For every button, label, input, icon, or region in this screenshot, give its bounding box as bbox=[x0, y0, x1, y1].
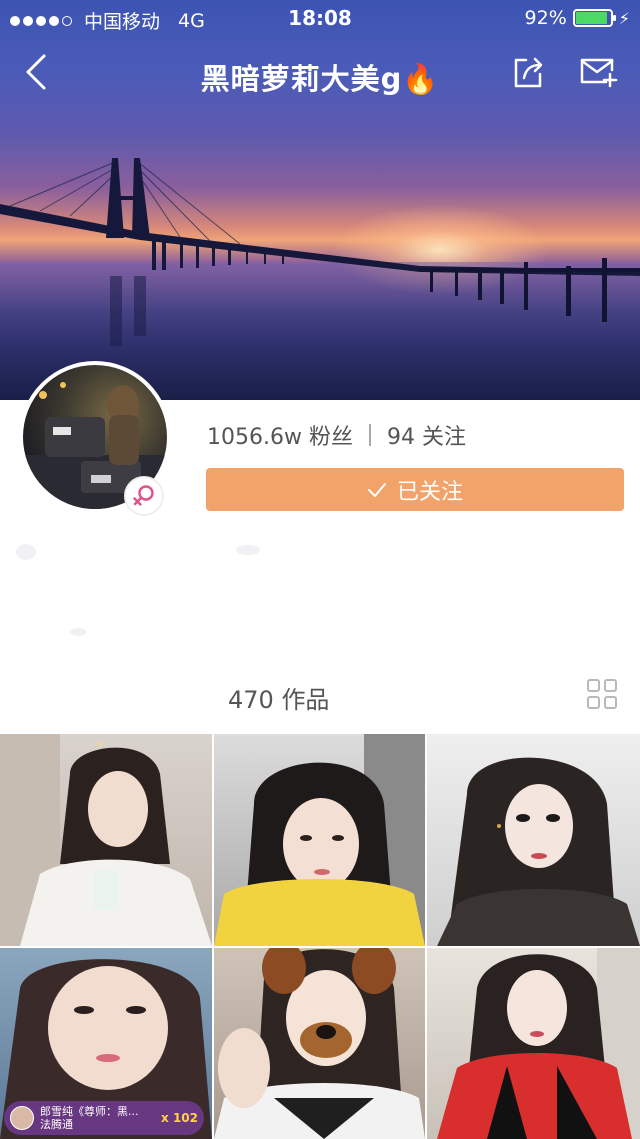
thumbnail-photo bbox=[437, 948, 640, 1139]
grid-icon bbox=[587, 679, 617, 709]
chevron-left-icon bbox=[26, 54, 46, 90]
thumbnail-photo bbox=[214, 948, 425, 1139]
thumbnail-photo bbox=[214, 734, 425, 946]
user-name: 黑暗萝莉大美g bbox=[200, 62, 403, 96]
bio-area bbox=[16, 544, 260, 636]
gift-counter: x 102 bbox=[161, 1111, 198, 1125]
fire-emoji-icon: 🔥 bbox=[402, 62, 440, 96]
work-thumbnail[interactable]: 郎雪纯《尊师：黑... 法腾通 x 102 bbox=[0, 948, 212, 1139]
message-button[interactable] bbox=[578, 56, 618, 88]
thumbnail-photo bbox=[437, 757, 640, 946]
live-subtitle: 法腾通 bbox=[40, 1118, 73, 1131]
work-thumbnail[interactable] bbox=[427, 948, 640, 1139]
work-thumbnail[interactable] bbox=[214, 948, 425, 1139]
charging-icon: ⚡ bbox=[618, 8, 630, 28]
status-bar: 中国移动 4G 18:08 92% ⚡ bbox=[0, 0, 640, 36]
thumbnail-photo bbox=[0, 734, 212, 946]
page-title: 黑暗萝莉大美g🔥 bbox=[120, 56, 520, 98]
following-count[interactable]: 94 关注 bbox=[387, 419, 466, 451]
share-button[interactable] bbox=[510, 54, 546, 90]
live-title: 郎雪纯《尊师：黑... bbox=[40, 1105, 139, 1118]
followed-button-label: 已关注 bbox=[396, 479, 463, 505]
live-info-bar[interactable]: 郎雪纯《尊师：黑... 法腾通 x 102 bbox=[4, 1101, 204, 1135]
work-thumbnail[interactable] bbox=[427, 734, 640, 946]
back-button[interactable] bbox=[20, 52, 52, 92]
mail-add-icon bbox=[580, 58, 618, 88]
followed-button[interactable]: 已关注 bbox=[206, 468, 624, 511]
cover-banner: 中国移动 4G 18:08 92% ⚡ 黑暗萝莉大美g🔥 bbox=[0, 0, 640, 400]
gender-badge bbox=[124, 476, 164, 516]
fans-count[interactable]: 1056.6w 粉丝 bbox=[207, 419, 353, 451]
grid-view-button[interactable] bbox=[586, 678, 618, 710]
share-icon bbox=[514, 57, 543, 88]
stats-divider bbox=[368, 424, 371, 446]
check-icon bbox=[367, 482, 386, 497]
battery-icon bbox=[572, 9, 616, 27]
works-grid: 郎雪纯《尊师：黑... 法腾通 x 102 bbox=[0, 734, 640, 1139]
follow-stats: 1056.6w 粉丝 94 关注 bbox=[207, 419, 466, 451]
work-thumbnail[interactable] bbox=[214, 734, 425, 946]
live-host-avatar bbox=[10, 1106, 34, 1130]
battery-percent: 92% bbox=[524, 7, 567, 29]
work-thumbnail[interactable] bbox=[0, 734, 212, 946]
works-count: 470 作品 bbox=[228, 686, 330, 714]
female-icon bbox=[133, 485, 154, 506]
